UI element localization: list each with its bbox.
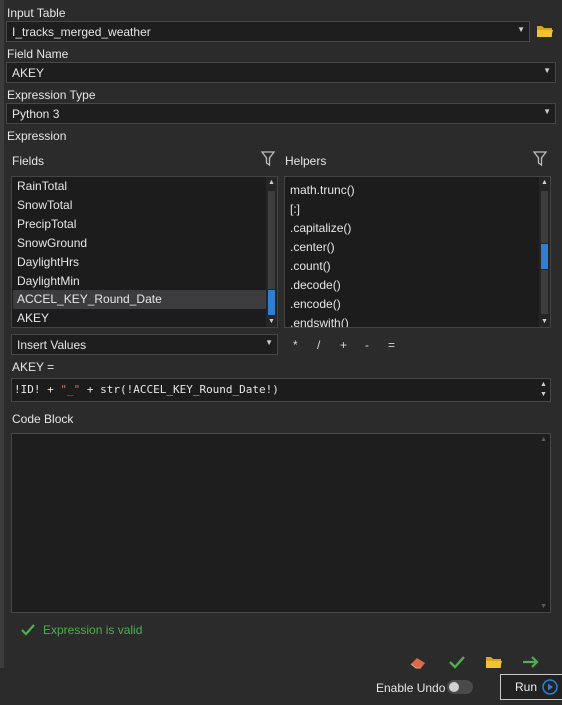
fields-list[interactable]: RainTotal SnowTotal PrecipTotal SnowGrou… (11, 176, 278, 328)
list-item[interactable]: .count() (286, 257, 540, 276)
fields-scrollbar[interactable]: ▲ ▼ (266, 177, 277, 327)
operator-equals-button[interactable]: = (388, 338, 395, 352)
expression-type-dropdown[interactable]: Python 3 ▼ (6, 103, 556, 124)
expression-type-value: Python 3 (12, 107, 60, 121)
list-item-selected[interactable]: ACCEL_KEY_Round_Date (13, 290, 267, 309)
operator-divide-button[interactable]: / (317, 338, 320, 352)
chevron-down-icon: ▼ (517, 25, 525, 34)
scroll-down-icon[interactable]: ▼ (266, 318, 277, 325)
filter-icon[interactable] (532, 151, 548, 167)
run-button-label: Run (515, 680, 538, 694)
scroll-up-icon[interactable]: ▲ (540, 436, 547, 443)
list-item[interactable]: math.trunc() (286, 181, 540, 200)
arrow-right-icon[interactable] (522, 655, 540, 669)
expression-label: Expression (7, 129, 67, 143)
scroll-up-icon[interactable]: ▲ (539, 179, 550, 186)
chevron-down-icon: ▼ (543, 107, 551, 116)
field-name-dropdown[interactable]: AKEY ▼ (6, 62, 556, 83)
operator-plus-button[interactable]: + (340, 338, 347, 352)
field-name-value: AKEY (12, 66, 45, 80)
code-field-part: !ID! + (14, 383, 61, 396)
code-string-part: "_" (60, 383, 81, 396)
play-icon (542, 679, 558, 695)
scroll-thumb[interactable] (541, 244, 548, 269)
input-table-dropdown[interactable]: I_tracks_merged_weather ▼ (6, 21, 530, 42)
folder-icon[interactable] (536, 24, 554, 38)
scroll-down-icon[interactable]: ▼ (540, 603, 547, 610)
scroll-track (268, 191, 275, 289)
list-item[interactable]: AKEY (13, 309, 267, 327)
code-function-part: + str(!ACCEL_KEY_Round_Date!) (80, 383, 279, 396)
scroll-track (541, 270, 548, 314)
list-item[interactable]: .endswith() (286, 314, 540, 327)
validation-message: Expression is valid (43, 623, 143, 637)
expression-type-label: Expression Type (7, 88, 96, 102)
list-item[interactable]: DaylightHrs (13, 253, 267, 272)
code-block-editor[interactable]: ▲ ▼ (11, 433, 551, 613)
scroll-up-icon[interactable]: ▲ (266, 179, 277, 186)
left-edge-strip (0, 0, 4, 668)
list-item[interactable]: .encode() (286, 295, 540, 314)
input-table-value: I_tracks_merged_weather (12, 25, 151, 39)
enable-undo-toggle[interactable] (447, 680, 473, 694)
operator-multiply-button[interactable]: * (293, 338, 298, 352)
list-item[interactable]: .capitalize() (286, 219, 540, 238)
chevron-down-icon: ▼ (265, 338, 273, 347)
input-table-label: Input Table (7, 6, 66, 20)
expression-scrollbar[interactable]: ▲ ▼ (539, 380, 548, 400)
helpers-scrollbar[interactable]: ▲ ▼ (539, 177, 550, 327)
check-icon[interactable] (448, 655, 466, 669)
list-item[interactable]: .decode() (286, 276, 540, 295)
list-item[interactable]: RainTotal (13, 177, 267, 196)
check-icon (20, 623, 36, 637)
list-item[interactable]: [:] (286, 200, 540, 219)
helpers-title: Helpers (285, 154, 327, 168)
expression-target-label: AKEY = (12, 360, 55, 374)
enable-undo-label: Enable Undo (376, 681, 446, 695)
scroll-thumb[interactable] (268, 290, 275, 315)
list-item[interactable]: PrecipTotal (13, 215, 267, 234)
helpers-list[interactable]: math.trunc() [:] .capitalize() .center()… (284, 176, 551, 328)
field-name-label: Field Name (7, 47, 69, 61)
run-button[interactable]: Run (500, 674, 562, 700)
eraser-icon[interactable] (409, 655, 427, 669)
code-block-label: Code Block (12, 412, 74, 426)
operator-minus-button[interactable]: - (365, 338, 369, 352)
list-item[interactable]: .center() (286, 238, 540, 257)
filter-icon[interactable] (260, 151, 276, 167)
fields-title: Fields (12, 154, 45, 168)
scroll-track (541, 191, 548, 243)
scroll-down-icon[interactable]: ▼ (539, 318, 550, 325)
list-item[interactable]: DaylightMin (13, 272, 267, 291)
toggle-knob (449, 682, 459, 692)
insert-values-dropdown[interactable]: Insert Values ▼ (11, 334, 278, 355)
chevron-down-icon: ▼ (543, 66, 551, 75)
expression-editor[interactable]: !ID! + "_" + str(!ACCEL_KEY_Round_Date!)… (11, 378, 551, 402)
list-item[interactable]: SnowGround (13, 234, 267, 253)
expression-code: !ID! + "_" + str(!ACCEL_KEY_Round_Date!) (14, 383, 279, 396)
open-folder-icon[interactable] (485, 655, 503, 669)
insert-values-label: Insert Values (17, 338, 87, 352)
list-item[interactable]: SnowTotal (13, 196, 267, 215)
